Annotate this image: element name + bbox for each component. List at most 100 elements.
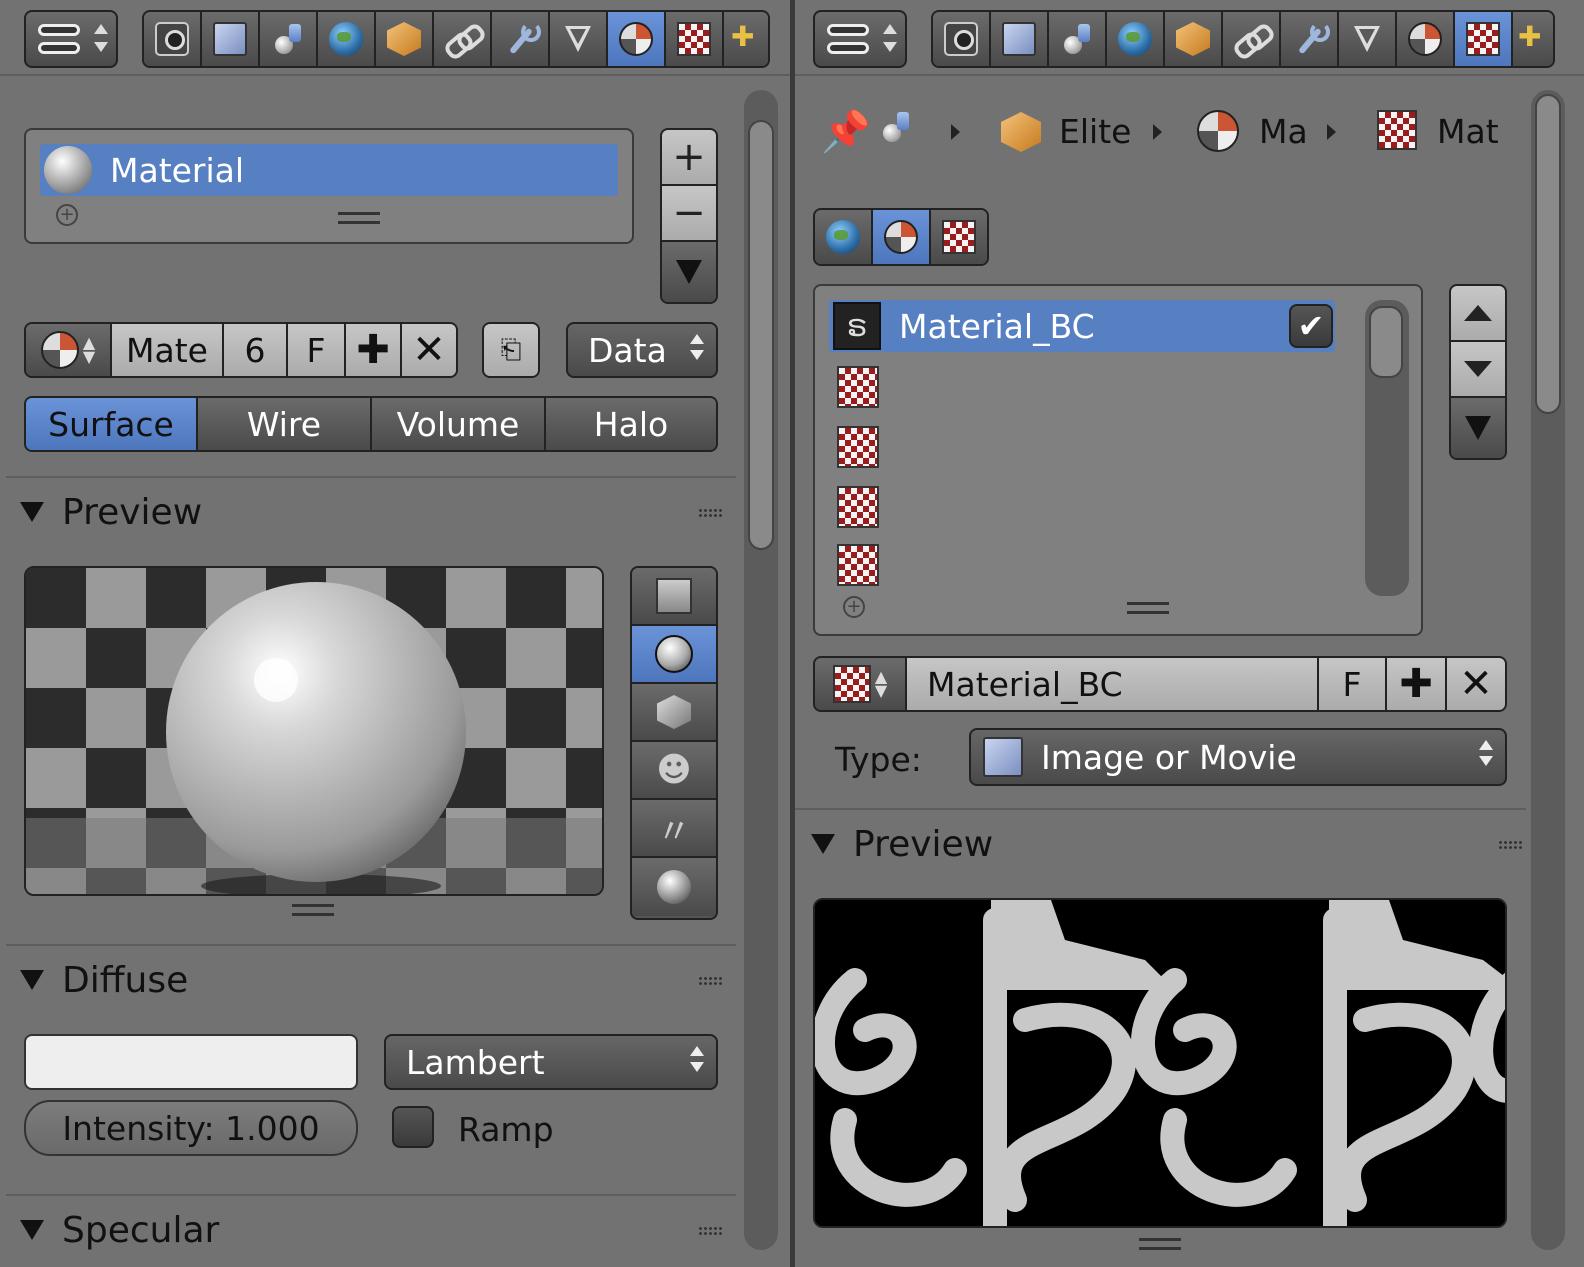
preview-cube-button[interactable] — [632, 684, 716, 742]
move-slot-down-button[interactable] — [1451, 342, 1505, 398]
empty-texture-slot-icon[interactable] — [837, 426, 879, 468]
drag-handle-icon[interactable] — [698, 1226, 724, 1236]
preview-resize-grip[interactable] — [292, 904, 334, 916]
tab-halo[interactable]: Halo — [546, 398, 716, 450]
left-scrollbar[interactable] — [744, 90, 778, 1250]
texture-type-dropdown[interactable]: Image or Movie — [969, 728, 1507, 786]
tab-data[interactable] — [550, 12, 608, 66]
diffuse-color-field[interactable] — [24, 1034, 358, 1090]
preview-monkey-button[interactable]: ☻ — [632, 742, 716, 800]
world-icon — [1118, 22, 1152, 56]
add-slot-icon[interactable]: + — [843, 596, 865, 618]
new-texture-button[interactable]: ✚ — [1387, 658, 1447, 710]
tab-modifiers[interactable] — [1281, 12, 1339, 66]
move-slot-up-button[interactable] — [1451, 286, 1505, 342]
preview-hair-button[interactable]: 〃 — [632, 800, 716, 858]
other-texture-button[interactable] — [931, 210, 987, 264]
preview-sky-button[interactable] — [632, 858, 716, 916]
texture-specials-menu[interactable] — [1451, 398, 1505, 458]
texture-list-scrollbar[interactable] — [1365, 300, 1409, 596]
drag-handle-icon[interactable] — [698, 976, 724, 986]
browse-texture-button[interactable]: ▲ ▼ — [815, 658, 907, 710]
tab-object[interactable] — [1165, 12, 1223, 66]
tab-material[interactable] — [1397, 12, 1455, 66]
tab-scene[interactable] — [260, 12, 318, 66]
tab-texture[interactable] — [1455, 12, 1513, 66]
tab-constraints[interactable] — [434, 12, 492, 66]
preview-panel-header[interactable]: Preview — [20, 484, 724, 540]
list-resize-grip[interactable] — [1127, 602, 1169, 614]
texture-list-scrollbar-thumb[interactable] — [1369, 306, 1403, 378]
empty-texture-slot-icon[interactable] — [837, 366, 879, 408]
right-scrollbar-thumb[interactable] — [1535, 94, 1561, 414]
add-slot-icon[interactable]: + — [56, 204, 78, 226]
tab-particles[interactable] — [1513, 12, 1553, 66]
left-scrollbar-thumb[interactable] — [748, 120, 774, 550]
browse-material-button[interactable]: ▲ ▼ — [26, 324, 112, 376]
tab-constraints[interactable] — [1223, 12, 1281, 66]
mesh-data-icon — [561, 22, 595, 56]
link-data-dropdown[interactable]: Data — [566, 322, 718, 378]
tab-render[interactable] — [144, 12, 202, 66]
add-material-slot-button[interactable]: + — [662, 130, 716, 186]
empty-texture-slot-icon[interactable] — [837, 544, 879, 586]
pin-icon[interactable]: 📌 — [821, 108, 871, 155]
empty-texture-slot-icon[interactable] — [837, 486, 879, 528]
tab-object[interactable] — [376, 12, 434, 66]
diffuse-intensity-field[interactable]: Intensity: 1.000 — [24, 1100, 358, 1156]
editor-type-menu[interactable] — [813, 10, 907, 68]
editor-type-menu[interactable] — [24, 10, 118, 68]
dropdown-arrows-icon — [690, 1046, 704, 1072]
new-material-button[interactable]: ✚ — [346, 324, 402, 376]
drag-handle-icon[interactable] — [1498, 840, 1524, 850]
material-slot-list[interactable]: Material + — [24, 128, 634, 244]
specular-panel-header[interactable]: Specular — [20, 1202, 724, 1258]
tab-volume[interactable]: Volume — [372, 398, 546, 450]
preview-sphere-button[interactable] — [632, 626, 716, 684]
material-texture-button[interactable] — [873, 210, 931, 264]
drag-handle-icon[interactable] — [698, 508, 724, 518]
unlink-material-button[interactable]: ✕ — [402, 324, 456, 376]
tab-modifiers[interactable] — [492, 12, 550, 66]
texture-preview-panel-header[interactable]: Preview — [811, 816, 1524, 872]
material-name-field[interactable]: Mate — [112, 324, 224, 376]
texture-slot-list[interactable]: ຣ Material_BC ✔ + — [813, 284, 1423, 636]
texture-slot-side-buttons — [1449, 284, 1507, 460]
breadcrumb-material: Ma — [1259, 112, 1308, 151]
object-cube-icon — [387, 22, 421, 56]
tab-wire[interactable]: Wire — [198, 398, 372, 450]
tab-texture[interactable] — [666, 12, 724, 66]
fake-user-button[interactable]: F — [1319, 658, 1387, 710]
tab-scene[interactable] — [1049, 12, 1107, 66]
tab-world[interactable] — [1107, 12, 1165, 66]
tab-render-layers[interactable] — [991, 12, 1049, 66]
material-slot-row[interactable]: Material — [40, 144, 618, 196]
material-preview-render — [26, 568, 602, 894]
texture-enabled-checkbox[interactable]: ✔ — [1289, 304, 1333, 348]
right-scrollbar[interactable] — [1531, 90, 1565, 1250]
material-users-count[interactable]: 6 — [224, 324, 288, 376]
texture-name-field[interactable]: Material_BC — [907, 658, 1319, 710]
tab-material[interactable] — [608, 12, 666, 66]
texture-icon — [1466, 22, 1500, 56]
tab-render[interactable] — [933, 12, 991, 66]
preview-flat-button[interactable] — [632, 568, 716, 626]
tab-surface[interactable]: Surface — [26, 398, 198, 450]
tab-particles[interactable] — [724, 12, 768, 66]
tab-world[interactable] — [318, 12, 376, 66]
list-resize-grip[interactable] — [338, 212, 380, 224]
tab-data[interactable] — [1339, 12, 1397, 66]
preview-resize-grip[interactable] — [1139, 1238, 1181, 1250]
use-nodes-button[interactable]: ⎗ — [484, 324, 538, 376]
remove-material-slot-button[interactable]: − — [662, 186, 716, 242]
specular-title: Specular — [62, 1209, 220, 1251]
fake-user-button[interactable]: F — [288, 324, 346, 376]
diffuse-shader-dropdown[interactable]: Lambert — [384, 1034, 718, 1090]
unlink-texture-button[interactable]: ✕ — [1447, 658, 1505, 710]
tab-render-layers[interactable] — [202, 12, 260, 66]
world-texture-button[interactable] — [815, 210, 873, 264]
ramp-checkbox[interactable] — [392, 1106, 434, 1148]
texture-slot-row[interactable]: ຣ Material_BC — [829, 300, 1335, 352]
diffuse-panel-header[interactable]: Diffuse — [20, 952, 724, 1008]
slot-specials-menu[interactable] — [662, 242, 716, 302]
